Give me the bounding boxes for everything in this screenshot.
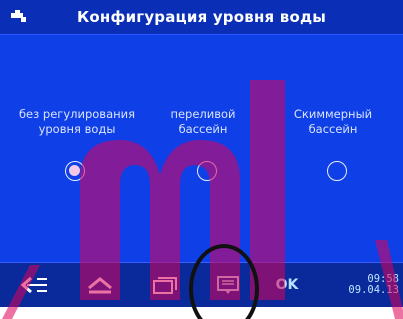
clock: 09:58 09.04.13 [348,274,399,296]
option-label-skimmer-pool: Скиммерный бассейн [293,107,373,136]
bottom-toolbar: OK 09:58 09.04.13 [0,262,403,307]
menu-icon [217,276,239,294]
option-label-overflow-pool: переливой бассейн [170,107,236,136]
radio-overflow-pool[interactable] [197,161,217,181]
home-button[interactable] [80,263,120,307]
screen: Конфигурация уровня воды без регулирован… [0,0,403,319]
menu-button[interactable] [208,263,248,307]
windows-icon [153,277,177,294]
title-bar: Конфигурация уровня воды [0,0,403,35]
windows-button[interactable] [145,263,185,307]
page-title: Конфигурация уровня воды [76,8,327,26]
back-button[interactable] [14,263,54,307]
device-panel: Конфигурация уровня воды без регулирован… [0,0,403,307]
radio-skimmer-pool[interactable] [327,161,347,181]
back-arrow-icon [20,276,47,294]
clock-date: 09.04.13 [348,284,399,296]
home-icon [88,277,112,294]
radio-no-regulation[interactable] [65,161,85,181]
ok-button[interactable]: OK [270,263,304,307]
